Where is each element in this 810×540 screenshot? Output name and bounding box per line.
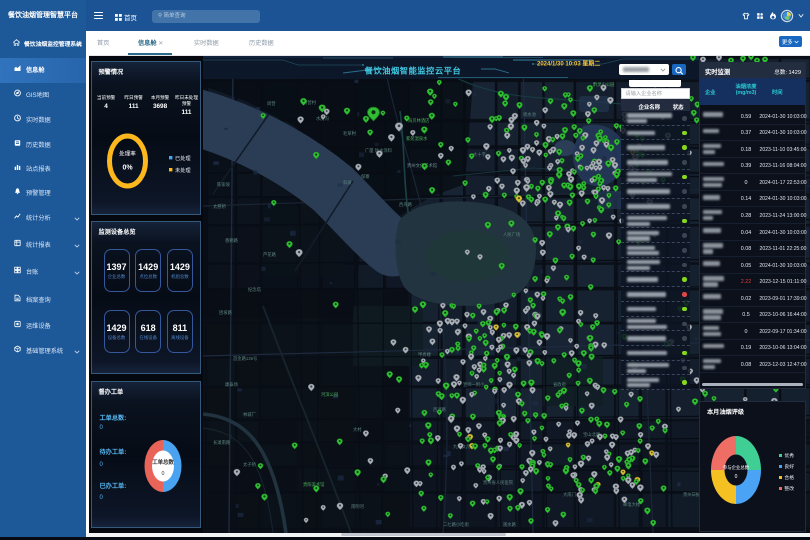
svg-text:林城厂: 林城厂 — [243, 411, 257, 418]
svg-text:2024/1/30 10:03 星期二: 2024/1/30 10:03 星期二 — [537, 60, 600, 68]
svg-text:参与企业总数: 参与企业总数 — [723, 464, 750, 471]
svg-text:工单总数: 工单总数 — [152, 458, 174, 466]
svg-text:康泰场: 康泰场 — [225, 381, 239, 388]
svg-text:大十字: 大十字 — [473, 151, 486, 158]
svg-text:南明河: 南明河 — [351, 503, 365, 510]
svg-text:海贝林酒店: 海贝林酒店 — [408, 117, 430, 124]
svg-text:观水路: 观水路 — [503, 521, 517, 528]
svg-text:紫苑温泉水: 紫苑温泉水 — [406, 135, 428, 142]
svg-text:保寨: 保寨 — [361, 173, 370, 180]
svg-text:毛草村: 毛草村 — [343, 130, 357, 137]
svg-text:人民广场: 人民广场 — [503, 231, 521, 238]
svg-text:长滩南路: 长滩南路 — [213, 439, 231, 446]
svg-text:省政府: 省政府 — [553, 381, 567, 388]
svg-text:甲秀楼: 甲秀楼 — [418, 351, 432, 358]
svg-text:闵营: 闵营 — [267, 100, 276, 107]
svg-text:太子桥: 太子桥 — [243, 461, 257, 468]
svg-text:0%: 0% — [122, 165, 133, 172]
svg-text:香狮路: 香狮路 — [225, 237, 239, 244]
svg-text:芦花路: 芦花路 — [263, 251, 277, 258]
svg-text:餐饮油烟智能监控云平台: 餐饮油烟智能监控云平台 — [363, 66, 461, 76]
svg-text:纪念塔: 纪念塔 — [248, 286, 262, 293]
svg-text:陈家坡: 陈家坡 — [217, 181, 231, 188]
svg-text:大南门: 大南门 — [563, 491, 576, 498]
svg-text:处理率: 处理率 — [119, 150, 136, 158]
svg-text:团坡路: 团坡路 — [219, 309, 233, 316]
svg-text:斜坡: 斜坡 — [343, 179, 352, 186]
svg-text:西舟路: 西舟路 — [399, 201, 413, 208]
svg-text:0: 0 — [735, 474, 738, 480]
svg-text:太慈桥: 太慈桥 — [213, 203, 227, 210]
svg-text:二七路小吃街: 二七路小吃街 — [443, 521, 469, 528]
svg-text:河滨公园: 河滨公园 — [321, 391, 338, 398]
svg-text:大村: 大村 — [353, 426, 362, 433]
svg-text:首金路135号: 首金路135号 — [233, 355, 257, 362]
svg-text:喷水池: 喷水池 — [523, 111, 537, 118]
svg-text:贵州日报: 贵州日报 — [683, 491, 701, 498]
svg-text:已处理: 已处理 — [175, 154, 191, 162]
svg-text:0: 0 — [161, 471, 164, 477]
svg-text:宣师一附小: 宣师一附小 — [463, 381, 485, 388]
svg-text:未处理: 未处理 — [175, 166, 191, 174]
